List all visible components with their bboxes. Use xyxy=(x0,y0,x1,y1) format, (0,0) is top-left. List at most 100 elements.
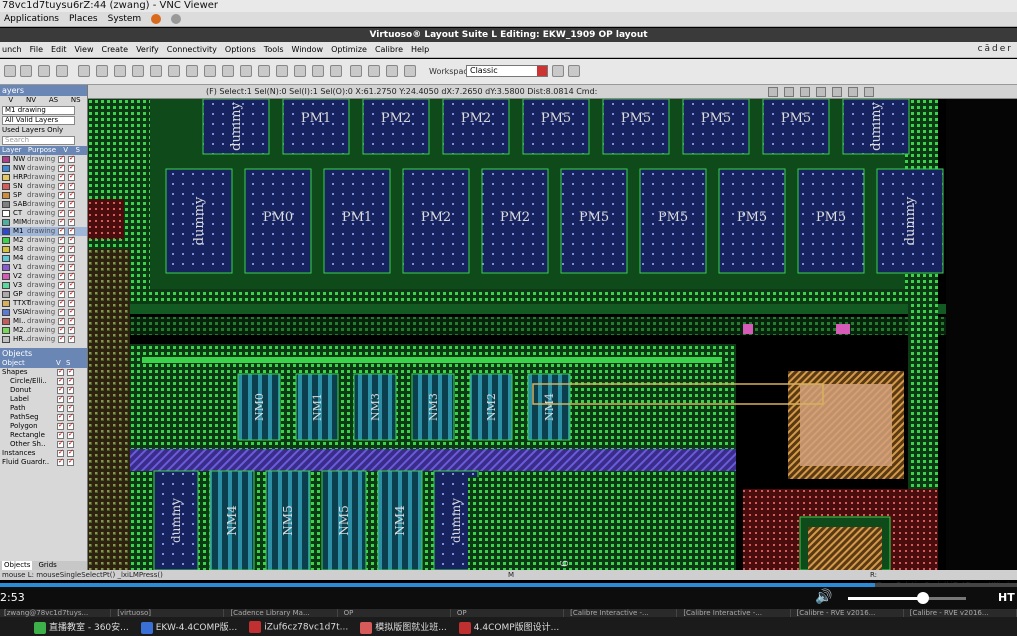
object-selectable-checkbox[interactable] xyxy=(67,394,74,403)
layer-selectable-checkbox[interactable] xyxy=(68,289,75,298)
workspace-load-icon[interactable] xyxy=(568,65,580,77)
object-visible-checkbox[interactable] xyxy=(57,403,64,412)
vnc-task-item[interactable]: [zwang@78vc1d7tuys... xyxy=(0,609,112,617)
open-icon[interactable] xyxy=(20,65,32,77)
object-row[interactable]: Label xyxy=(0,394,87,404)
object-visible-checkbox[interactable] xyxy=(57,448,64,457)
layer-selectable-checkbox[interactable] xyxy=(68,163,75,172)
layer-visible-checkbox[interactable] xyxy=(58,190,65,199)
menu-connectivity[interactable]: Connectivity xyxy=(167,45,217,54)
device-body[interactable] xyxy=(442,99,510,155)
col-v[interactable]: V xyxy=(8,96,13,105)
label-icon[interactable] xyxy=(276,65,288,77)
object-visible-checkbox[interactable] xyxy=(57,430,64,439)
layer-visible-checkbox[interactable] xyxy=(58,217,65,226)
polygon-icon[interactable] xyxy=(258,65,270,77)
object-row[interactable]: Fluid Guardr.. xyxy=(0,457,87,467)
device-body[interactable] xyxy=(602,99,670,155)
layer-visible-checkbox[interactable] xyxy=(58,253,65,262)
object-selectable-checkbox[interactable] xyxy=(67,457,74,466)
volume-slider[interactable] xyxy=(848,597,966,600)
layer-visible-checkbox[interactable] xyxy=(58,334,65,343)
tab-objects[interactable]: Objects xyxy=(2,561,33,570)
layer-selectable-checkbox[interactable] xyxy=(68,235,75,244)
object-selectable-checkbox[interactable] xyxy=(67,385,74,394)
object-row[interactable]: Shapes xyxy=(0,367,87,377)
menu-launch[interactable]: unch xyxy=(2,45,22,54)
gnome-menu-applications[interactable]: Applications xyxy=(4,14,59,24)
menu-file[interactable]: File xyxy=(30,45,43,54)
copy-icon[interactable] xyxy=(96,65,108,77)
layer-visible-checkbox[interactable] xyxy=(58,199,65,208)
menu-calibre[interactable]: Calibre xyxy=(375,45,403,54)
layer-selectable-checkbox[interactable] xyxy=(68,334,75,343)
vnc-task-item[interactable]: OP xyxy=(340,609,451,617)
layer-selectable-checkbox[interactable] xyxy=(68,154,75,163)
layer-row[interactable]: HR.. drawing xyxy=(0,334,87,344)
object-selectable-checkbox[interactable] xyxy=(67,448,74,457)
firefox-icon[interactable] xyxy=(151,14,162,24)
col-as[interactable]: AS xyxy=(49,96,58,105)
pex-icon[interactable] xyxy=(386,65,398,77)
layer-visible-checkbox[interactable] xyxy=(58,298,65,307)
layer-selectable-checkbox[interactable] xyxy=(68,280,75,289)
layout-canvas[interactable]: dummy PM1 PM2 PM2 PM5 PM5 PM5 PM5 dummy dummy PM0… xyxy=(88,99,1017,570)
ruler-icon[interactable] xyxy=(204,65,216,77)
vnc-task-item[interactable]: [Cadence Library Ma... xyxy=(226,609,338,617)
menu-verify[interactable]: Verify xyxy=(136,45,159,54)
menu-window[interactable]: Window xyxy=(292,45,324,54)
workspace-save-icon[interactable] xyxy=(552,65,564,77)
new-icon[interactable] xyxy=(4,65,16,77)
layer-selectable-checkbox[interactable] xyxy=(68,181,75,190)
layer-selectable-checkbox[interactable] xyxy=(68,325,75,334)
gear-icon[interactable] xyxy=(171,14,182,24)
tab-grids[interactable]: Grids xyxy=(38,561,56,570)
layer-visible-checkbox[interactable] xyxy=(58,280,65,289)
gnome-menu-system[interactable]: System xyxy=(108,14,142,24)
object-selectable-checkbox[interactable] xyxy=(67,412,74,421)
move-icon[interactable] xyxy=(78,65,90,77)
zoom-fit-icon[interactable] xyxy=(330,65,342,77)
pan-icon[interactable] xyxy=(848,87,858,97)
layer-selectable-checkbox[interactable] xyxy=(68,226,75,235)
used-layers-checkbox[interactable]: Used Layers Only xyxy=(0,126,87,135)
vnc-task-item[interactable]: OP xyxy=(453,609,565,617)
volume-knob[interactable] xyxy=(917,592,929,604)
layer-visible-checkbox[interactable] xyxy=(58,208,65,217)
grid-icon[interactable] xyxy=(768,87,778,97)
vnc-task-item[interactable]: [Calibre Interactive -... xyxy=(679,609,791,617)
col-ns[interactable]: NS xyxy=(71,96,81,105)
menu-help[interactable]: Help xyxy=(411,45,429,54)
delete-icon[interactable] xyxy=(132,65,144,77)
layer-selectable-checkbox[interactable] xyxy=(68,298,75,307)
layer-search-input[interactable]: Search xyxy=(2,136,75,145)
object-visible-checkbox[interactable] xyxy=(57,376,64,385)
lvs-icon[interactable] xyxy=(368,65,380,77)
layer-selectable-checkbox[interactable] xyxy=(68,190,75,199)
object-selectable-checkbox[interactable] xyxy=(67,376,74,385)
object-selectable-checkbox[interactable] xyxy=(67,430,74,439)
object-visible-checkbox[interactable] xyxy=(57,385,64,394)
object-selectable-checkbox[interactable] xyxy=(67,367,74,376)
stretch-icon[interactable] xyxy=(114,65,126,77)
layer-visible-checkbox[interactable] xyxy=(58,235,65,244)
vnc-task-item[interactable]: [virtuoso] xyxy=(113,609,225,617)
layer-visible-checkbox[interactable] xyxy=(58,154,65,163)
instance-icon[interactable] xyxy=(294,65,306,77)
object-row[interactable]: Path xyxy=(0,403,87,413)
device-body[interactable] xyxy=(362,99,430,155)
layer-visibility-icon[interactable] xyxy=(800,87,810,97)
object-visible-checkbox[interactable] xyxy=(57,421,64,430)
hierarchy-icon[interactable] xyxy=(186,65,198,77)
object-selectable-checkbox[interactable] xyxy=(67,421,74,430)
device-body[interactable] xyxy=(762,99,830,155)
object-row[interactable]: Polygon xyxy=(0,421,87,431)
rectangle-icon[interactable] xyxy=(240,65,252,77)
zoom-icon[interactable] xyxy=(312,65,324,77)
rve-icon[interactable] xyxy=(404,65,416,77)
object-row[interactable]: Rectangle xyxy=(0,430,87,440)
object-selectable-checkbox[interactable] xyxy=(67,403,74,412)
layer-visible-checkbox[interactable] xyxy=(58,325,65,334)
host-task-item[interactable]: 直播教室 - 360安... xyxy=(34,620,129,634)
refresh-icon[interactable] xyxy=(864,87,874,97)
